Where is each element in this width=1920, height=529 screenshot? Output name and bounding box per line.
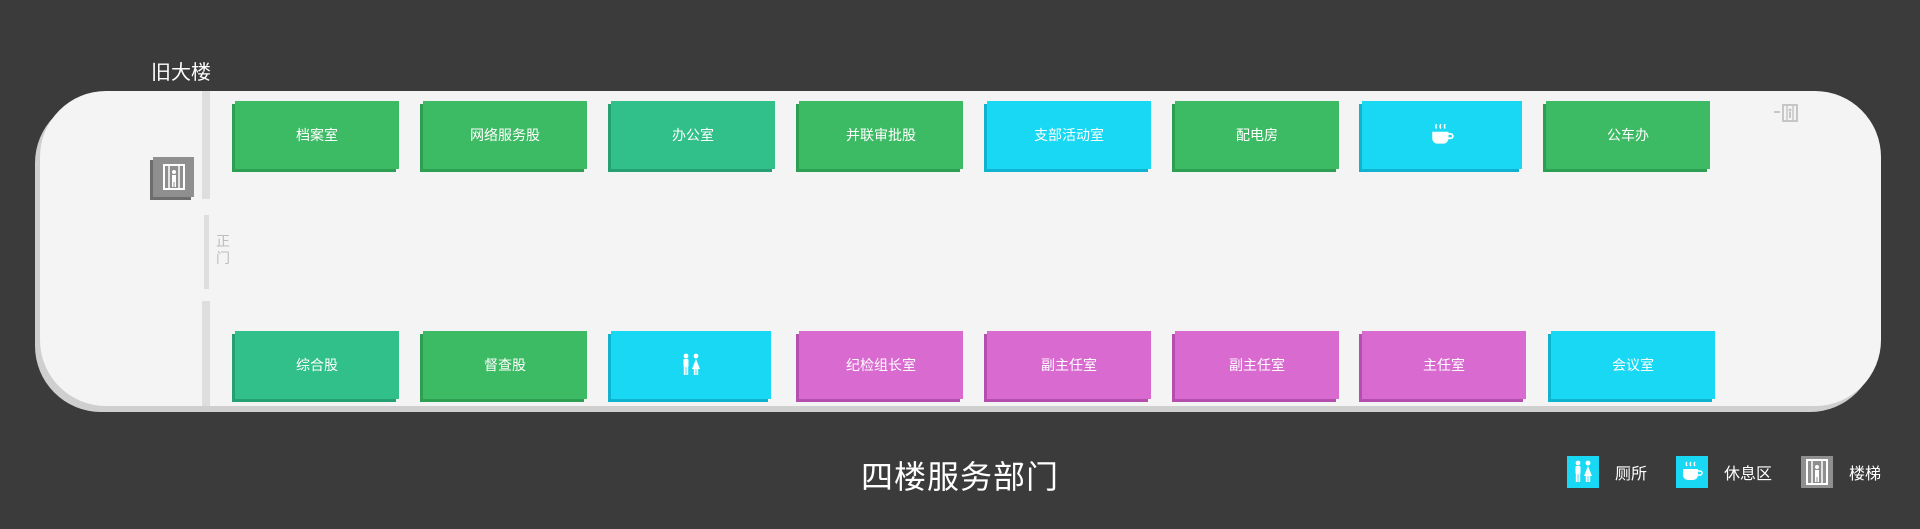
room-block[interactable]: 支部活动室 [987,101,1151,169]
room-label: 办公室 [672,128,714,144]
room-label: 副主任室 [1229,358,1285,374]
legend-rest-area: 休息区 [1676,456,1772,488]
room-label: 档案室 [296,128,338,144]
legend-restroom-swatch [1567,456,1599,488]
room-block[interactable]: 副主任室 [987,331,1151,399]
room-block[interactable]: 主任室 [1362,331,1526,399]
restroom-icon [1575,460,1592,482]
restroom-icon [683,353,700,375]
wall-segment-door [204,215,209,289]
room-label: 副主任室 [1041,358,1097,374]
room-label: 网络服务股 [470,128,540,144]
stairs-icon [1774,104,1798,122]
room-block[interactable]: 纪检组长室 [799,331,963,399]
room-block[interactable]: 会议室 [1551,331,1715,399]
coffee-cup-room[interactable] [1362,101,1522,169]
room-block[interactable]: 并联审批股 [799,101,963,169]
room-block[interactable]: 办公室 [611,101,775,169]
restroom-room[interactable] [611,331,771,399]
coffee-cup-icon [1432,123,1454,144]
room-block[interactable]: 督查股 [423,331,587,399]
legend-restroom-label: 厕所 [1615,464,1648,483]
stairs-icon [162,164,185,190]
room-block[interactable]: 档案室 [235,101,399,169]
room-label: 支部活动室 [1034,128,1104,144]
room-label: 主任室 [1423,358,1465,374]
legend-stairs-swatch [1801,456,1833,488]
wall-segment-bottom [202,301,210,406]
room-block[interactable]: 综合股 [235,331,399,399]
legend-restroom: 厕所 [1567,456,1647,488]
room-block[interactable]: 配电房 [1175,101,1339,169]
legend-rest-area-swatch [1676,456,1708,488]
legend-stairs: 楼梯 [1801,456,1881,488]
room-label: 纪检组长室 [846,358,916,374]
room-label: 并联审批股 [846,128,916,144]
wall-segment-top [202,91,210,199]
room-label: 会议室 [1612,358,1654,374]
room-label: 督查股 [484,358,526,374]
coffee-cup-icon [1683,461,1703,480]
room-label: 综合股 [296,358,338,374]
room-block[interactable]: 副主任室 [1175,331,1339,399]
stairs-marker[interactable] [153,157,194,197]
stairs-icon [1806,459,1828,485]
room-label: 配电房 [1236,128,1278,144]
legend-rest-area-label: 休息区 [1724,464,1773,483]
building-label: 旧大楼 [151,60,211,84]
main-entrance-label: 正门 [216,234,230,267]
room-label: 公车办 [1607,128,1649,144]
corner-stairs-marker [1774,104,1804,122]
legend-stairs-label: 楼梯 [1849,464,1882,483]
room-block[interactable]: 网络服务股 [423,101,587,169]
room-block[interactable]: 公车办 [1546,101,1710,169]
